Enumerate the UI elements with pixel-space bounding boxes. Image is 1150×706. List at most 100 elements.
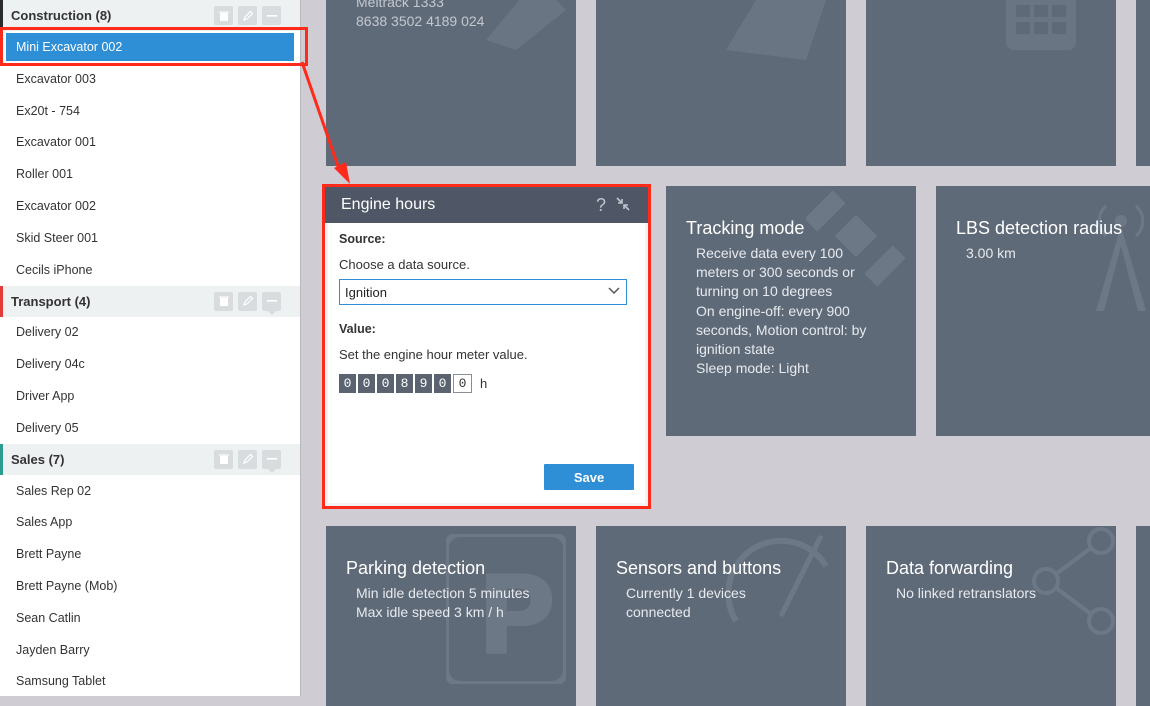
edit-group-button[interactable] bbox=[238, 449, 257, 469]
engine-hours-dialog: Engine hours ? Source: Choose a data sou… bbox=[322, 184, 651, 509]
counter-digit[interactable]: 0 bbox=[377, 374, 394, 393]
counter-unit: h bbox=[480, 376, 488, 391]
source-label: Source: bbox=[339, 232, 386, 246]
group-title: Sales (7) bbox=[11, 451, 65, 467]
edit-group-button[interactable] bbox=[238, 6, 257, 25]
tile-title: Sensors and buttons bbox=[616, 558, 782, 578]
tile-line: meters or 300 seconds or bbox=[696, 264, 855, 281]
tile-value: Receive data every 100 meters or 300 sec… bbox=[696, 244, 866, 378]
collapse-icon[interactable] bbox=[616, 197, 630, 211]
dialog-title: Engine hours bbox=[341, 196, 436, 213]
delete-group-button[interactable] bbox=[214, 449, 233, 469]
group-header-sales[interactable]: Sales (7) bbox=[0, 443, 300, 475]
counter-digit[interactable]: 0 bbox=[358, 374, 375, 393]
counter-digit[interactable]: 8 bbox=[396, 374, 413, 393]
parking-detection-tile[interactable]: P Parking detection Min idle detection 5… bbox=[326, 526, 576, 706]
tile-line: On engine-off: every 900 bbox=[696, 302, 850, 319]
edit-group-button[interactable] bbox=[238, 291, 257, 311]
unit-item[interactable]: Cecils iPhone bbox=[0, 254, 300, 286]
unit-item[interactable]: Roller 001 bbox=[0, 158, 300, 190]
unit-item[interactable]: Samsung Tablet bbox=[0, 666, 300, 696]
source-select[interactable]: Ignition bbox=[339, 279, 627, 305]
group-title: Construction (8) bbox=[11, 8, 112, 23]
dialog-header: Engine hours ? bbox=[325, 187, 648, 223]
minus-icon bbox=[266, 14, 277, 17]
group-header-transport[interactable]: Transport (4) bbox=[0, 285, 300, 317]
collapse-group-button[interactable] bbox=[262, 449, 281, 473]
data-forwarding-tile[interactable]: Data forwarding No linked retranslators bbox=[866, 526, 1116, 706]
tile-line: Receive data every 100 bbox=[696, 245, 844, 261]
unit-item[interactable]: Sales App bbox=[0, 507, 300, 539]
device-model: Meitrack 1333 bbox=[356, 0, 444, 10]
tile-line: 3.00 km bbox=[966, 245, 1016, 261]
unit-item[interactable]: Brett Payne bbox=[0, 538, 300, 570]
lbs-detection-tile[interactable]: LBS detection radius 3.00 km bbox=[936, 186, 1150, 436]
tile-value: No linked retranslators bbox=[896, 584, 1036, 603]
counter-digit[interactable]: 9 bbox=[415, 374, 432, 393]
source-select-value: Ignition bbox=[345, 284, 387, 300]
tile-value: Min idle detection 5 minutes Max idle sp… bbox=[356, 584, 530, 622]
counter-digit-fraction[interactable]: 0 bbox=[453, 374, 472, 393]
unit-item[interactable]: Excavator 002 bbox=[0, 190, 300, 222]
unit-item[interactable]: Delivery 02 bbox=[0, 317, 300, 349]
tile-title: Tracking mode bbox=[686, 218, 805, 238]
unit-sidebar: Construction (8) Mini Excavator 002 Exca… bbox=[0, 0, 301, 696]
tile-top-4[interactable] bbox=[1136, 0, 1150, 166]
unit-item[interactable]: Delivery 04c bbox=[0, 348, 300, 380]
delete-group-button[interactable] bbox=[214, 291, 233, 311]
engine-hour-counter[interactable]: 0 0 0 8 9 0 0 h bbox=[339, 374, 634, 393]
group-actions bbox=[214, 291, 281, 315]
antenna-tower-icon bbox=[1096, 204, 1146, 311]
unit-item[interactable]: Sean Catlin bbox=[0, 602, 300, 634]
annotation-arrow bbox=[300, 61, 350, 184]
collapse-group-button[interactable] bbox=[262, 6, 281, 25]
chevron-down-icon bbox=[608, 287, 620, 295]
unit-item[interactable]: Jayden Barry bbox=[0, 634, 300, 666]
collapse-group-button[interactable] bbox=[262, 291, 281, 315]
minus-icon bbox=[266, 300, 277, 302]
value-label: Value: bbox=[339, 322, 376, 336]
tile-line: connected bbox=[626, 604, 691, 621]
pencil-icon bbox=[242, 295, 253, 307]
unit-item[interactable]: Ex20t - 754 bbox=[0, 95, 300, 127]
unit-item[interactable]: Excavator 001 bbox=[0, 127, 300, 159]
dialog-body: Source: Choose a data source. Ignition V… bbox=[328, 223, 645, 503]
tile-title: Parking detection bbox=[346, 558, 486, 578]
group-color-bar bbox=[0, 443, 3, 475]
help-icon[interactable]: ? bbox=[596, 195, 606, 216]
tile-top-3[interactable] bbox=[866, 0, 1116, 166]
tile-line: Min idle detection 5 minutes bbox=[356, 585, 530, 601]
unit-item[interactable]: Brett Payne (Mob) bbox=[0, 570, 300, 602]
tile-bottom-4[interactable] bbox=[1136, 526, 1150, 706]
trash-icon bbox=[218, 11, 229, 21]
sensors-buttons-tile[interactable]: Sensors and buttons Currently 1 devices … bbox=[596, 526, 846, 706]
tile-top-2[interactable] bbox=[596, 0, 846, 166]
delete-group-button[interactable] bbox=[214, 6, 233, 25]
device-imei: 8638 3502 4189 024 bbox=[356, 13, 485, 29]
counter-digit[interactable]: 0 bbox=[339, 374, 356, 393]
device-tile[interactable]: Meitrack 1333 8638 3502 4189 024 bbox=[326, 0, 576, 166]
tile-line: Sleep mode: Light bbox=[696, 360, 809, 377]
unit-item[interactable]: Delivery 05 bbox=[0, 412, 300, 444]
unit-item[interactable]: Driver App bbox=[0, 380, 300, 412]
tile-line: ignition state bbox=[696, 341, 775, 358]
save-button[interactable]: Save bbox=[544, 464, 634, 490]
unit-item[interactable]: Excavator 003 bbox=[0, 63, 300, 95]
unit-item[interactable]: Skid Steer 001 bbox=[0, 222, 300, 254]
group-color-bar bbox=[0, 0, 3, 31]
tile-line: seconds, Motion control: by bbox=[696, 321, 867, 338]
counter-digit[interactable]: 0 bbox=[434, 374, 451, 393]
unit-item[interactable]: Sales Rep 02 bbox=[0, 475, 300, 507]
group-actions bbox=[214, 449, 281, 473]
tile-value: 3.00 km bbox=[966, 244, 1016, 263]
tile-line: Max idle speed 3 km / h bbox=[356, 604, 504, 621]
grid-bg-icon bbox=[1006, 0, 1076, 50]
tile-title: LBS detection radius bbox=[956, 218, 1123, 238]
pencil-icon bbox=[242, 453, 253, 465]
group-header-construction[interactable]: Construction (8) bbox=[0, 0, 300, 31]
tile-line: Currently 1 devices bbox=[626, 585, 746, 601]
tracking-mode-tile[interactable]: Tracking mode Receive data every 100 met… bbox=[666, 186, 916, 436]
group-actions bbox=[214, 6, 281, 25]
source-hint: Choose a data source. bbox=[339, 257, 470, 272]
unit-item-selected[interactable]: Mini Excavator 002 bbox=[6, 33, 294, 61]
